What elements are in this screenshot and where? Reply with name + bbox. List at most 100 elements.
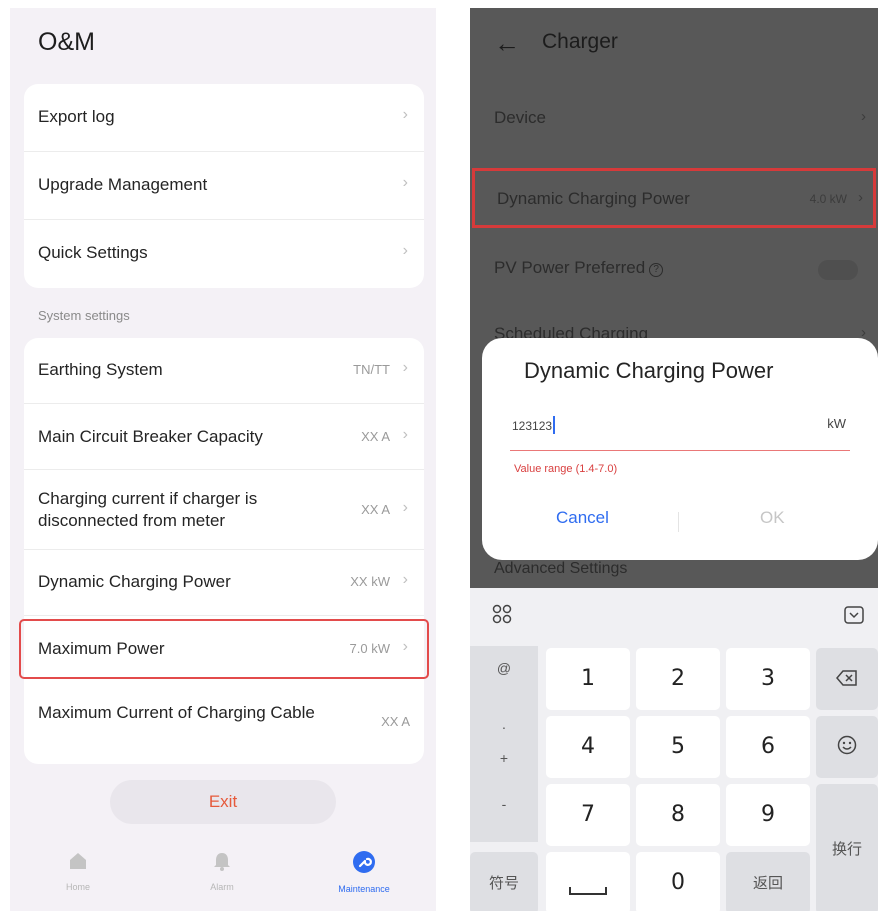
setting-dynamic-charging-power[interactable]: Dynamic Charging Power XX kW › bbox=[24, 550, 424, 616]
key-9[interactable]: 9 bbox=[726, 784, 810, 846]
setting-value: XX A bbox=[361, 429, 390, 444]
menu-item-label: Upgrade Management bbox=[38, 175, 208, 194]
page-title: O&M bbox=[38, 28, 95, 56]
bell-icon bbox=[214, 853, 230, 871]
input-underline bbox=[510, 450, 850, 451]
exit-button[interactable]: Exit bbox=[110, 780, 336, 824]
setting-label: Maximum Current of Charging Cable bbox=[38, 703, 315, 722]
back-arrow-icon[interactable]: ← bbox=[494, 28, 520, 59]
dynamic-power-dialog: Dynamic Charging Power 123123 kW Value r… bbox=[482, 338, 878, 560]
menu-card: Export log › Upgrade Management › Quick … bbox=[24, 84, 424, 288]
space-bar-icon bbox=[569, 887, 607, 895]
section-label: System settings bbox=[38, 308, 130, 323]
key-5[interactable]: 5 bbox=[636, 716, 720, 778]
key-6[interactable]: 6 bbox=[726, 716, 810, 778]
chevron-right-icon: › bbox=[402, 106, 408, 123]
wrench-icon bbox=[353, 851, 375, 873]
setting-value: TN/TT bbox=[353, 362, 390, 377]
backspace-key[interactable] bbox=[816, 648, 878, 710]
key-at[interactable]: @ bbox=[470, 660, 538, 676]
setting-label: Charging current if charger is disconnec… bbox=[38, 489, 258, 530]
key-0[interactable]: 0 bbox=[636, 852, 720, 911]
row-label-text: PV Power Preferred bbox=[494, 258, 646, 277]
smiley-icon bbox=[837, 735, 857, 755]
return-key[interactable]: 返回 bbox=[726, 852, 810, 911]
nav-label: Home bbox=[65, 882, 90, 892]
keyboard-toolbar bbox=[470, 588, 878, 642]
keyboard-hide-icon[interactable] bbox=[844, 606, 864, 624]
power-input-field[interactable]: 123123 bbox=[512, 416, 556, 434]
menu-item-quick-settings[interactable]: Quick Settings › bbox=[24, 220, 424, 288]
row-device[interactable]: Device › bbox=[470, 88, 878, 148]
chevron-right-icon: › bbox=[861, 108, 866, 125]
row-dynamic-charging-power[interactable]: Dynamic Charging Power 4.0 kW › bbox=[472, 168, 876, 228]
ok-button[interactable]: OK bbox=[760, 508, 785, 528]
setting-label: Main Circuit Breaker Capacity bbox=[38, 427, 263, 446]
bottom-nav: Home Alarm Maintenance bbox=[10, 840, 436, 911]
help-icon[interactable]: ? bbox=[649, 263, 664, 277]
menu-item-export-log[interactable]: Export log › bbox=[24, 84, 424, 152]
menu-item-label: Quick Settings bbox=[38, 243, 148, 262]
newline-key[interactable]: 换行 bbox=[816, 784, 878, 911]
key-dot[interactable]: . bbox=[470, 716, 538, 732]
backspace-icon bbox=[836, 670, 857, 686]
setting-disconnected-current[interactable]: Charging current if charger is disconnec… bbox=[24, 470, 424, 550]
header: ← Charger bbox=[470, 8, 878, 78]
chevron-right-icon: › bbox=[402, 571, 408, 588]
cancel-button[interactable]: Cancel bbox=[556, 508, 609, 528]
system-settings-card: Earthing System TN/TT › Main Circuit Bre… bbox=[19, 338, 429, 764]
chevron-right-icon: › bbox=[402, 174, 408, 191]
setting-earthing-system[interactable]: Earthing System TN/TT › bbox=[24, 338, 424, 404]
row-label: Device bbox=[494, 108, 546, 127]
chevron-right-icon: › bbox=[402, 242, 408, 259]
nav-item-home[interactable]: Home bbox=[28, 850, 128, 892]
key-3[interactable]: 3 bbox=[726, 648, 810, 710]
chevron-right-icon: › bbox=[402, 426, 408, 443]
chevron-right-icon: › bbox=[402, 638, 408, 655]
key-1[interactable]: 1 bbox=[546, 648, 630, 710]
nav-item-alarm[interactable]: Alarm bbox=[172, 850, 272, 892]
emoji-key[interactable] bbox=[816, 716, 878, 778]
button-divider bbox=[678, 512, 679, 532]
setting-maximum-power[interactable]: Maximum Power 7.0 kW › bbox=[19, 619, 429, 679]
setting-value: 7.0 kW bbox=[349, 641, 390, 656]
key-7[interactable]: 7 bbox=[546, 784, 630, 846]
text-caret bbox=[553, 416, 556, 434]
unit-label: kW bbox=[827, 416, 846, 431]
row-pv-power-preferred: PV Power Preferred? bbox=[470, 238, 878, 298]
charger-screen: ← Charger Device › Dynamic Charging Powe… bbox=[470, 8, 878, 911]
setting-value: XX A bbox=[381, 714, 410, 729]
row-label: Dynamic Charging Power bbox=[497, 189, 690, 208]
setting-label: Maximum Power bbox=[38, 639, 165, 658]
range-error-text: Value range (1.4-7.0) bbox=[514, 463, 618, 475]
key-4[interactable]: 4 bbox=[546, 716, 630, 778]
menu-item-label: Export log bbox=[38, 107, 115, 126]
menu-item-upgrade-management[interactable]: Upgrade Management › bbox=[24, 152, 424, 220]
grid-apps-icon[interactable] bbox=[492, 604, 512, 624]
row-value: 4.0 kW bbox=[809, 192, 847, 206]
dialog-title: Dynamic Charging Power bbox=[524, 358, 774, 383]
chevron-right-icon: › bbox=[402, 359, 408, 376]
power-input-value: 123123 bbox=[512, 419, 553, 433]
nav-item-maintenance[interactable]: Maintenance bbox=[314, 850, 414, 894]
key-plus[interactable]: + bbox=[470, 750, 538, 766]
home-icon bbox=[70, 853, 86, 869]
pv-preferred-toggle[interactable] bbox=[818, 260, 858, 280]
setting-label: Earthing System bbox=[38, 360, 163, 379]
setting-label: Dynamic Charging Power bbox=[38, 572, 231, 591]
setting-main-circuit-breaker[interactable]: Main Circuit Breaker Capacity XX A › bbox=[24, 404, 424, 470]
symbol-column[interactable]: @ . + - bbox=[470, 646, 538, 842]
key-minus[interactable]: - bbox=[470, 796, 538, 812]
space-key[interactable] bbox=[546, 852, 630, 911]
chevron-right-icon: › bbox=[402, 499, 408, 516]
nav-label: Alarm bbox=[210, 882, 234, 892]
row-label: PV Power Preferred? bbox=[494, 258, 664, 278]
chevron-right-icon: › bbox=[858, 189, 863, 206]
symbols-key[interactable]: 符号 bbox=[470, 852, 538, 911]
key-2[interactable]: 2 bbox=[636, 648, 720, 710]
setting-max-current-cable[interactable]: Maximum Current of Charging Cable XX A bbox=[24, 684, 424, 764]
page-title: Charger bbox=[542, 30, 618, 53]
setting-value: XX kW bbox=[350, 574, 390, 589]
key-8[interactable]: 8 bbox=[636, 784, 720, 846]
row-advanced-settings: Advanced Settings bbox=[494, 560, 628, 577]
